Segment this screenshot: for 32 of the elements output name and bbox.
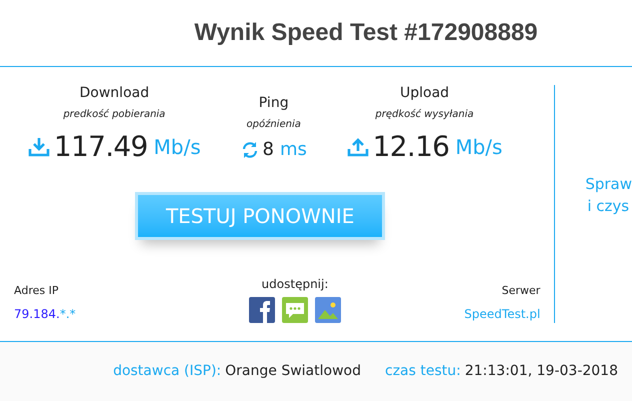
metric-unit: Mb/s [455, 134, 502, 161]
side-text: Spraw [585, 174, 632, 195]
time-value: 21:13:01, 19-03-2018 [464, 362, 618, 381]
metric-sublabel: opóźnienia [246, 118, 301, 132]
share-label: udostępnij: [262, 276, 328, 293]
speech-bubble-icon[interactable] [282, 297, 308, 323]
image-icon[interactable] [314, 297, 341, 323]
side-text: i czys [586, 196, 630, 217]
metric-value: 12.16 [372, 129, 450, 165]
metric-label: Upload [400, 84, 450, 103]
ip-label: Adres IP [14, 282, 60, 298]
isp-value: Orange Swiatlowod [225, 362, 361, 381]
metric-value: 8 [262, 138, 274, 162]
metric-sublabel: prędkość wysyłania [375, 108, 474, 122]
refresh-icon [240, 140, 259, 158]
retest-button[interactable]: TESTUJ PONOWNIE [135, 192, 386, 240]
metric-unit: Mb/s [154, 134, 201, 161]
server-label: Serwer [502, 282, 540, 298]
page-title: Wynik Speed Test #172908889 [194, 18, 538, 48]
metric-value: 117.49 [54, 129, 148, 165]
download-icon [28, 137, 50, 157]
server-link[interactable]: SpeedTest.pl [464, 305, 540, 323]
isp-label: dostawca (ISP): [113, 362, 222, 381]
metric-label: Ping [258, 94, 289, 113]
metric-sublabel: predkość pobierania [63, 108, 166, 122]
upload-icon [346, 137, 369, 157]
facebook-icon[interactable] [248, 297, 275, 323]
metric-label: Download [80, 84, 150, 103]
metric-unit: ms [280, 138, 307, 162]
ip-mask: *.* [60, 306, 76, 323]
time-label: czas testu: [385, 362, 461, 381]
ip-address: 79.184. [14, 306, 60, 323]
